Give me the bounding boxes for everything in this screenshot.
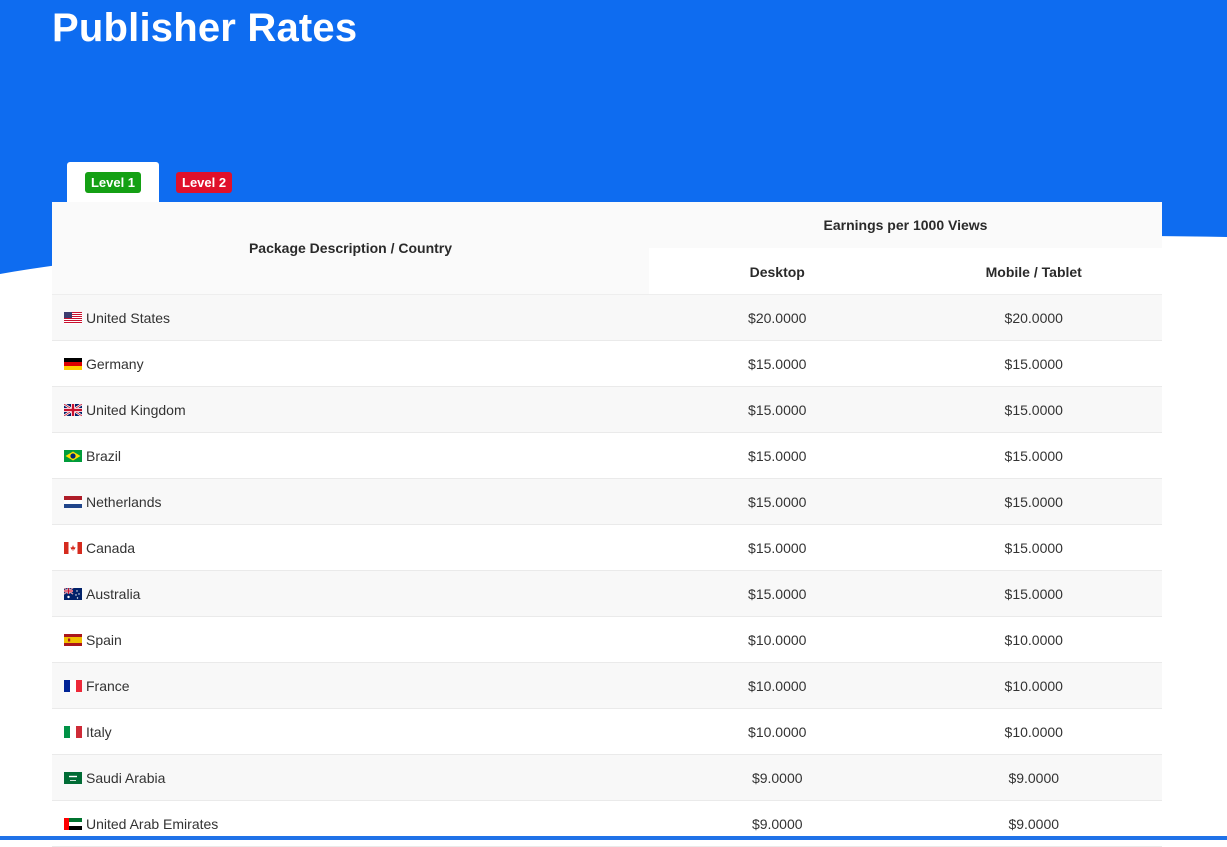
desktop-rate: $10.0000 [649,708,906,755]
gb-flag-icon [64,403,82,416]
it-flag-icon [64,725,82,738]
desktop-rate: $15.0000 [649,432,906,479]
fr-flag-icon [64,679,82,692]
desktop-rate: $9.0000 [649,754,906,801]
br-flag-icon [64,449,82,462]
desktop-rate: $15.0000 [649,340,906,387]
desktop-rate: $15.0000 [649,524,906,571]
mobile-rate: $20.0000 [905,294,1162,341]
mobile-rate: $15.0000 [905,386,1162,433]
country-cell: United Kingdom [52,386,649,433]
tab-level-2[interactable]: Level 2 [159,162,249,202]
country-cell: Italy [52,708,649,755]
country-cell: Saudi Arabia [52,754,649,801]
column-header-earnings: Earnings per 1000 Views [649,202,1162,249]
country-name: Saudi Arabia [86,769,166,786]
country-cell: Germany [52,340,649,387]
table-row: Germany $15.0000 $15.0000 [52,340,1162,387]
country-cell: Australia [52,570,649,617]
de-flag-icon [64,357,82,370]
us-flag-icon [64,311,82,324]
nl-flag-icon [64,495,82,508]
mobile-rate: $15.0000 [905,524,1162,571]
rates-table: Package Description / Country Earnings p… [52,202,1162,847]
country-name: United States [86,309,171,326]
page-title: Publisher Rates [52,6,358,50]
mobile-rate: $10.0000 [905,708,1162,755]
country-name: Italy [86,723,112,740]
mobile-rate: $15.0000 [905,432,1162,479]
table-row: United Kingdom $15.0000 $15.0000 [52,386,1162,433]
table-row: Canada $15.0000 $15.0000 [52,524,1162,571]
country-cell: Spain [52,616,649,663]
country-name: Netherlands [86,493,162,510]
country-name: Germany [86,355,144,372]
table-row: Australia $15.0000 $15.0000 [52,570,1162,617]
country-cell: Canada [52,524,649,571]
table-row: Netherlands $15.0000 $15.0000 [52,478,1162,525]
desktop-rate: $10.0000 [649,662,906,709]
mobile-rate: $15.0000 [905,340,1162,387]
table-row: France $10.0000 $10.0000 [52,662,1162,709]
bottom-edge-bar [0,836,1227,840]
column-header-mobile: Mobile / Tablet [905,248,1162,295]
column-header-description: Package Description / Country [52,202,649,295]
country-name: United Kingdom [86,401,186,418]
ae-flag-icon [64,817,82,830]
level-2-badge: Level 2 [176,171,233,193]
mobile-rate: $10.0000 [905,616,1162,663]
table-row: Spain $10.0000 $10.0000 [52,616,1162,663]
country-name: United Arab Emirates [86,815,219,832]
country-name: France [86,677,130,694]
au-flag-icon [64,587,82,600]
country-name: Spain [86,631,122,648]
desktop-rate: $10.0000 [649,616,906,663]
country-cell: France [52,662,649,709]
desktop-rate: $15.0000 [649,478,906,525]
country-name: Brazil [86,447,122,464]
ca-flag-icon [64,541,82,554]
country-cell: Netherlands [52,478,649,525]
column-header-desktop: Desktop [649,248,906,295]
level-tabs: Level 1 Level 2 [67,162,249,202]
mobile-rate: $10.0000 [905,662,1162,709]
country-cell: United States [52,294,649,341]
desktop-rate: $20.0000 [649,294,906,341]
desktop-rate: $15.0000 [649,386,906,433]
mobile-rate: $9.0000 [905,754,1162,801]
table-row: United States $20.0000 $20.0000 [52,294,1162,341]
sa-flag-icon [64,771,82,784]
table-row: Brazil $15.0000 $15.0000 [52,432,1162,479]
country-cell: Brazil [52,432,649,479]
country-name: Australia [86,585,141,602]
tab-level-1[interactable]: Level 1 [67,162,159,202]
rates-table-container: Package Description / Country Earnings p… [52,202,1162,847]
table-row: Saudi Arabia $9.0000 $9.0000 [52,754,1162,801]
country-name: Canada [86,539,136,556]
mobile-rate: $15.0000 [905,570,1162,617]
table-body: United States $20.0000 $20.0000 Germany $15.… [52,294,1162,847]
level-1-badge: Level 1 [84,171,142,193]
table-row: Italy $10.0000 $10.0000 [52,708,1162,755]
es-flag-icon [64,633,82,646]
desktop-rate: $15.0000 [649,570,906,617]
mobile-rate: $15.0000 [905,478,1162,525]
